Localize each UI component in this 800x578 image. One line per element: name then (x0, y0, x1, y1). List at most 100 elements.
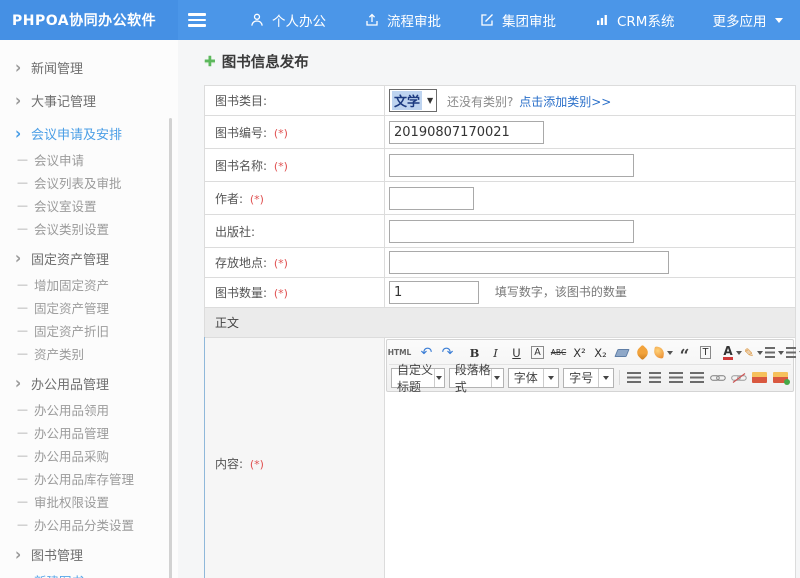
category-select-value: 文学 (392, 91, 422, 110)
sidebar-group-books[interactable]: › 图书管理 (0, 539, 178, 569)
dash-icon: — (17, 518, 34, 531)
hamburger-menu-icon[interactable] (188, 10, 206, 30)
content-label: 内容: (215, 457, 243, 471)
chevron-right-icon: › (15, 57, 31, 78)
sidebar-group-office-supplies[interactable]: › 办公用品管理 (0, 368, 178, 398)
sidebar-item-label: 会议列表及审批 (34, 173, 122, 192)
sidebar-item-supplies-category[interactable]: — 办公用品分类设置 (0, 513, 178, 536)
unordered-list-icon[interactable] (786, 343, 800, 362)
paragraph-format-select[interactable]: 段落格式 (449, 368, 504, 388)
category-select[interactable]: 文学 ▼ (389, 89, 437, 112)
book-no-input[interactable] (389, 121, 544, 144)
author-input[interactable] (389, 187, 474, 210)
dash-icon: — (17, 153, 34, 166)
chevron-right-icon: › (15, 373, 31, 394)
sidebar-item-asset-depreciation[interactable]: — 固定资产折旧 (0, 319, 178, 342)
sidebar-group-events[interactable]: › 大事记管理 (0, 85, 178, 115)
dash-icon: — (17, 426, 34, 439)
align-left-icon[interactable] (624, 368, 643, 387)
auto-clean-icon[interactable] (654, 343, 673, 362)
page-title: ✚ 图书信息发布 (204, 51, 309, 72)
align-center-icon[interactable] (645, 368, 664, 387)
sidebar-item-new-book[interactable]: — 新建图书 (0, 569, 178, 578)
quantity-input[interactable] (389, 281, 479, 304)
sidebar-item-asset-manage[interactable]: — 固定资产管理 (0, 296, 178, 319)
logo-area: PHPOA协同办公软件 (0, 0, 178, 40)
sidebar-item-label: 办公用品采购 (34, 446, 109, 465)
font-size-select[interactable]: 字号 (563, 368, 614, 388)
subscript-icon[interactable]: X₂ (591, 343, 610, 362)
autotypeset-icon[interactable]: A (531, 346, 544, 359)
eraser-icon[interactable] (612, 343, 631, 362)
sidebar-item-meeting-category[interactable]: — 会议类别设置 (0, 217, 178, 240)
required-marker: (*) (274, 127, 288, 140)
add-category-link[interactable]: 点击添加类别>> (519, 95, 611, 109)
sidebar-item-supplies-purchase[interactable]: — 办公用品采购 (0, 444, 178, 467)
chevron-right-icon: › (15, 90, 31, 111)
strikethrough-icon[interactable]: ABC (549, 343, 568, 362)
book-no-label: 图书编号: (215, 126, 267, 140)
link-icon[interactable] (708, 368, 727, 387)
image-icon[interactable] (750, 368, 769, 387)
html-source-icon[interactable]: HTML (390, 343, 409, 362)
unlink-icon[interactable] (729, 368, 748, 387)
custom-title-select[interactable]: 自定义标题 (391, 368, 445, 388)
italic-icon[interactable]: I (486, 343, 505, 362)
book-name-input[interactable] (389, 154, 634, 177)
sidebar-group-news[interactable]: › 新闻管理 (0, 52, 178, 82)
nav-item-crm-system[interactable]: CRM系统 (575, 0, 693, 40)
location-input[interactable] (389, 251, 669, 274)
editor-body[interactable] (386, 392, 794, 578)
sidebar-item-label: 新建图书 (34, 571, 84, 578)
body-section-label: 正文 (215, 316, 239, 330)
sidebar-item-label: 办公用品管理 (34, 423, 109, 442)
top-navbar: PHPOA协同办公软件 个人办公 流程审批 集团审批 (0, 0, 800, 40)
superscript-icon[interactable]: X² (570, 343, 589, 362)
dash-icon: — (17, 403, 34, 416)
ordered-list-icon[interactable] (765, 343, 784, 362)
nav-item-group-approval[interactable]: 集团审批 (460, 0, 575, 40)
format-brush-icon[interactable] (633, 343, 652, 362)
sidebar-item-meeting-room[interactable]: — 会议室设置 (0, 194, 178, 217)
sidebar-item-add-asset[interactable]: — 增加固定资产 (0, 273, 178, 296)
dash-icon: — (17, 222, 34, 235)
image-upload-icon[interactable] (771, 368, 790, 387)
underline-icon[interactable]: U (507, 343, 526, 362)
align-right-icon[interactable] (666, 368, 685, 387)
dash-icon: — (17, 301, 34, 314)
sidebar: › 新闻管理 › 大事记管理 › 会议申请及安排 — 会议申请 — 会议列表及审… (0, 40, 178, 578)
nav-item-personal-office[interactable]: 个人办公 (230, 0, 345, 40)
sidebar-item-approval-permission[interactable]: — 审批权限设置 (0, 490, 178, 513)
background-color-icon[interactable]: ✎ (744, 343, 763, 362)
dash-icon: — (17, 574, 34, 578)
sidebar-group-meetings[interactable]: › 会议申请及安排 (0, 118, 178, 148)
sidebar-item-supplies-claim[interactable]: — 办公用品领用 (0, 398, 178, 421)
sidebar-item-meeting-apply[interactable]: — 会议申请 (0, 148, 178, 171)
paste-text-icon[interactable]: T (700, 346, 712, 359)
align-justify-icon[interactable] (687, 368, 706, 387)
sidebar-group-label: 会议申请及安排 (31, 124, 122, 143)
undo-icon[interactable]: ↶ (417, 343, 436, 362)
required-marker: (*) (274, 287, 288, 300)
author-label: 作者: (215, 192, 243, 206)
publisher-input[interactable] (389, 220, 634, 243)
required-marker: (*) (250, 458, 264, 471)
sidebar-group-fixed-assets[interactable]: › 固定资产管理 (0, 243, 178, 273)
redo-icon[interactable]: ↷ (438, 343, 457, 362)
font-color-icon[interactable]: A (723, 343, 742, 362)
sidebar-item-supplies-manage[interactable]: — 办公用品管理 (0, 421, 178, 444)
nav-item-label: 更多应用 (712, 10, 766, 30)
select-arrow-icon: ▼ (427, 96, 433, 105)
bold-icon[interactable]: B (465, 343, 484, 362)
nav-item-more-apps[interactable]: 更多应用 (693, 0, 800, 40)
blockquote-icon[interactable]: “ (675, 343, 694, 362)
publisher-label: 出版社: (215, 225, 255, 239)
sidebar-item-asset-category[interactable]: — 资产类别 (0, 342, 178, 365)
dash-icon: — (17, 324, 34, 337)
sidebar-scrollbar[interactable] (169, 118, 172, 578)
font-family-select[interactable]: 字体 (508, 368, 559, 388)
sidebar-item-supplies-inventory[interactable]: — 办公用品库存管理 (0, 467, 178, 490)
nav-item-workflow-approval[interactable]: 流程审批 (345, 0, 460, 40)
book-form-table: 图书类目: 文学 ▼ 还没有类别? 点击添加类别>> 图书编号: (*) (204, 85, 796, 578)
sidebar-item-meeting-list[interactable]: — 会议列表及审批 (0, 171, 178, 194)
